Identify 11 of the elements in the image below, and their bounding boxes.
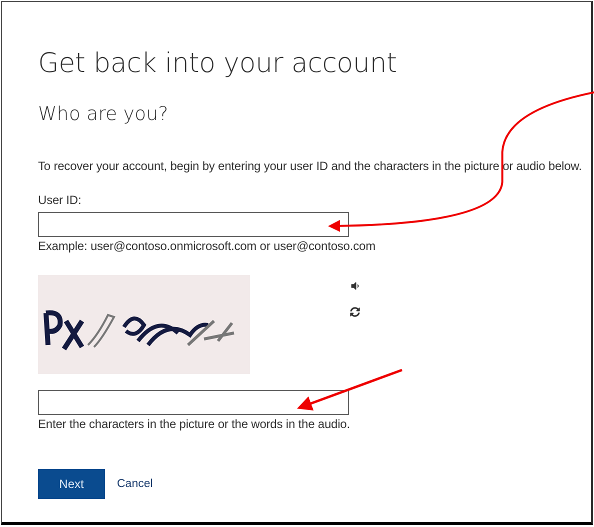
user-id-field[interactable] [38,212,349,237]
captcha-hint: Enter the characters in the picture or the words in the audio. [38,417,351,431]
refresh-icon[interactable] [350,307,360,317]
captcha-field[interactable] [38,390,349,415]
section-heading: Who are you? [38,103,170,125]
cancel-link[interactable]: Cancel [117,478,153,490]
field-label: User ID: [38,193,82,207]
example-text: Example: user@contoso.onmicrosoft.com or user@contoso.com [38,239,376,253]
speaker-icon[interactable] [350,281,360,291]
next-button[interactable]: Next [38,469,105,499]
page-title: Get back into your account [38,48,398,79]
